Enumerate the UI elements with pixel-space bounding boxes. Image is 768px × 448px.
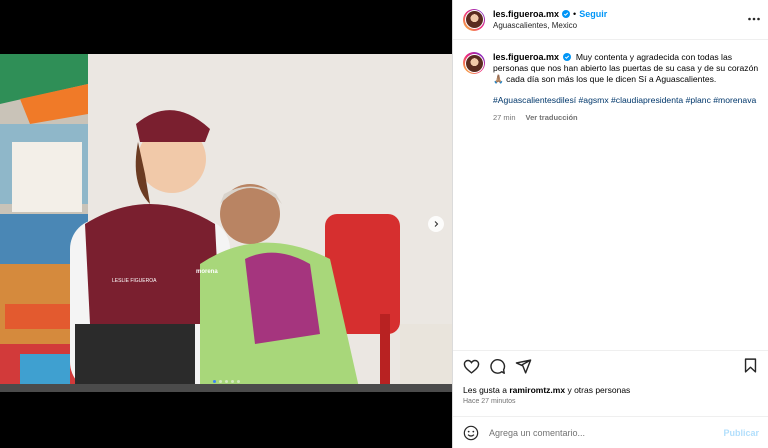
post-header: les.figueroa.mx • Seguir Aguascalientes,… [453,0,768,40]
heart-icon[interactable] [463,358,480,375]
likes-summary: Les gusta a ramiromtz.mx y otras persona… [463,385,630,395]
comment-icon[interactable] [489,358,506,375]
hashtag-link[interactable]: #claudiapresidenta [611,95,683,105]
verified-badge-icon [563,53,572,61]
likes-user-link[interactable]: ramiromtz.mx [509,385,565,395]
comment-bar: Publicar [453,416,768,448]
comment-input[interactable] [489,427,724,438]
carousel-dot [236,380,240,383]
share-icon[interactable] [515,358,532,375]
separator-dot: • [573,9,577,19]
post-details-panel: les.figueroa.mx • Seguir Aguascalientes,… [452,0,768,448]
likes-prefix: Les gusta a [463,385,507,395]
bookmark-icon[interactable] [742,357,759,374]
avatar[interactable] [463,52,485,74]
publish-button[interactable]: Publicar [723,428,759,438]
more-options-icon[interactable] [747,14,761,24]
vest-party-text: morena [196,269,218,275]
avatar[interactable] [463,8,485,31]
vest-name-text: LESLIE FIGUEROA [112,278,157,284]
caption-age: 27 min [493,113,516,122]
hashtag-link[interactable]: #morenava [713,95,756,105]
post-location[interactable]: Aguascalientes, Mexico [493,21,607,30]
chevron-right-icon [434,221,439,227]
likes-suffix[interactable]: y otras personas [567,385,630,395]
carousel-next-button[interactable] [428,216,444,232]
carousel-dot [218,380,222,383]
post-caption: les.figueroa.mx Muy contenta y agradecid… [463,52,759,123]
carousel-indicator [0,380,452,383]
hashtag-link[interactable]: #planc [686,95,711,105]
carousel-dot [224,380,228,383]
post-timestamp: Hace 27 minutos [463,398,516,405]
author-username[interactable]: les.figueroa.mx [493,9,559,19]
hashtag-link[interactable]: #Aguascalientesdilesí [493,95,576,105]
verified-badge-icon [562,10,571,18]
photo-illustration: LESLIE FIGUEROA morena [0,54,452,392]
follow-button[interactable]: Seguir [579,9,607,19]
carousel-dot [230,380,234,383]
post-media: LESLIE FIGUEROA morena [0,0,452,448]
post-photo[interactable]: LESLIE FIGUEROA morena [0,54,452,392]
carousel-dot [212,380,216,383]
emoji-icon[interactable] [463,425,479,441]
translate-button[interactable]: Ver traducción [526,112,578,123]
hashtag-link[interactable]: #agsmx [579,95,609,105]
hashtag-list: #Aguascalientesdilesí #agsmx #claudiapre… [493,95,759,106]
caption-username[interactable]: les.figueroa.mx [493,52,559,62]
